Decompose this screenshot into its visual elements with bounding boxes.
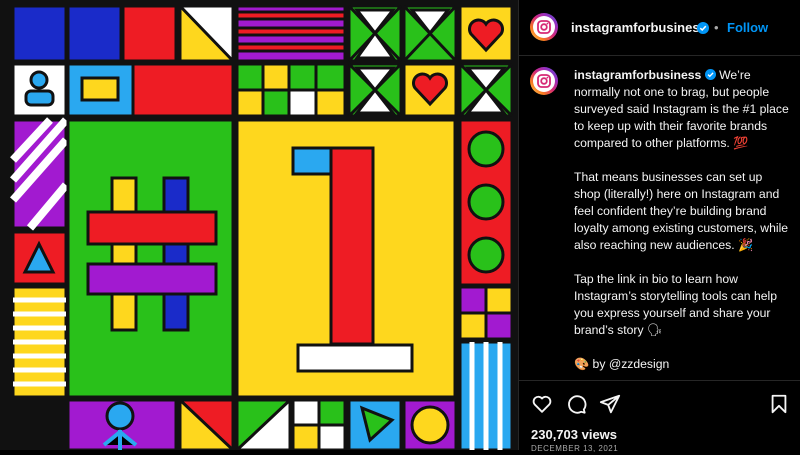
post-caption: instagramforbusiness We’re normally not …: [574, 67, 789, 390]
instagram-logo-icon: [537, 20, 551, 34]
verified-badge-icon: [704, 69, 716, 80]
comment-icon[interactable]: [565, 393, 587, 415]
caption-username[interactable]: instagramforbusiness: [574, 68, 701, 82]
post-artwork: [0, 0, 520, 452]
avatar[interactable]: [530, 13, 558, 41]
post-header: instagramforbusiness • Follow: [519, 0, 800, 56]
post-date: DECEMBER 13, 2021: [531, 444, 619, 453]
action-bar: [519, 380, 800, 425]
view-count[interactable]: 230,703 views: [531, 427, 617, 442]
caption-avatar[interactable]: [530, 67, 558, 95]
verified-badge-icon: [697, 22, 709, 34]
caption-credit: 🎨 by @zzdesign: [574, 357, 670, 371]
share-icon[interactable]: [599, 393, 621, 415]
post-side-panel: instagramforbusiness • Follow instagramf…: [518, 0, 800, 453]
header-username[interactable]: instagramforbusiness: [571, 20, 707, 35]
separator-dot: •: [714, 20, 719, 35]
caption-paragraph-2: That means businesses can set up shop (l…: [574, 170, 789, 252]
instagram-logo-icon: [537, 74, 551, 88]
caption-paragraph-3: Tap the link in bio to learn how Instagr…: [574, 272, 778, 337]
post-image[interactable]: [0, 0, 520, 452]
follow-button[interactable]: Follow: [727, 20, 768, 35]
caption-paragraph-1: instagramforbusiness We’re normally not …: [574, 67, 789, 152]
bookmark-icon[interactable]: [768, 393, 790, 415]
heart-icon[interactable]: [531, 393, 553, 415]
